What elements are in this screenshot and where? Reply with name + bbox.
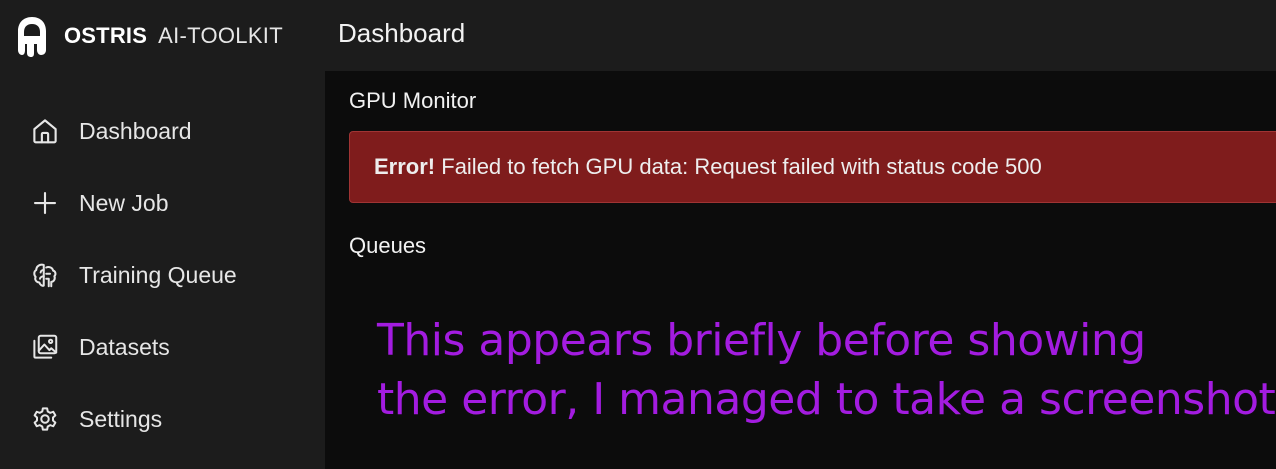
- error-prefix: Error!: [374, 154, 436, 179]
- home-icon: [33, 119, 57, 144]
- app-name: OSTRIS: [64, 23, 148, 48]
- sidebar-item-settings[interactable]: Settings: [30, 399, 162, 439]
- sidebar-item-dashboard[interactable]: Dashboard: [30, 111, 192, 151]
- sidebar-item-label: Dashboard: [79, 117, 192, 144]
- sidebar-item-label: Datasets: [79, 333, 170, 360]
- sidebar-item-label: New Job: [79, 189, 169, 216]
- error-alert-text: Error! Failed to fetch GPU data: Request…: [374, 154, 1042, 180]
- page-title: Dashboard: [338, 18, 466, 48]
- top-bar: OSTRIS AI-TOOLKIT Dashboard: [0, 0, 1276, 71]
- sidebar-item-datasets[interactable]: Datasets: [30, 327, 170, 367]
- app-subtitle: AI-TOOLKIT: [158, 23, 283, 48]
- images-icon: [33, 334, 58, 359]
- sidebar-item-label: Training Queue: [79, 261, 237, 288]
- gpu-monitor-title: GPU Monitor: [349, 88, 477, 113]
- brand[interactable]: OSTRIS AI-TOOLKIT: [16, 14, 283, 58]
- annotation-line-1: This appears briefly before showing: [377, 315, 1146, 366]
- error-message: Failed to fetch GPU data: Request failed…: [441, 154, 1042, 179]
- gear-icon: [33, 407, 57, 431]
- sidebar-item-training-queue[interactable]: Training Queue: [30, 255, 237, 295]
- ostris-logo-icon: [18, 17, 46, 57]
- error-alert: Error! Failed to fetch GPU data: Request…: [349, 131, 1276, 203]
- main-content: GPU Monitor Error! Failed to fetch GPU d…: [325, 71, 1276, 469]
- queues-title: Queues: [349, 233, 427, 258]
- sidebar: Dashboard New Job Training Queue Dataset…: [0, 71, 325, 469]
- plus-icon: [33, 191, 57, 215]
- brain-icon: [33, 263, 57, 288]
- sidebar-item-label: Settings: [79, 405, 163, 432]
- annotation-line-2: the error, I managed to take a screensho…: [377, 374, 1276, 425]
- sidebar-item-new-job[interactable]: New Job: [30, 183, 168, 223]
